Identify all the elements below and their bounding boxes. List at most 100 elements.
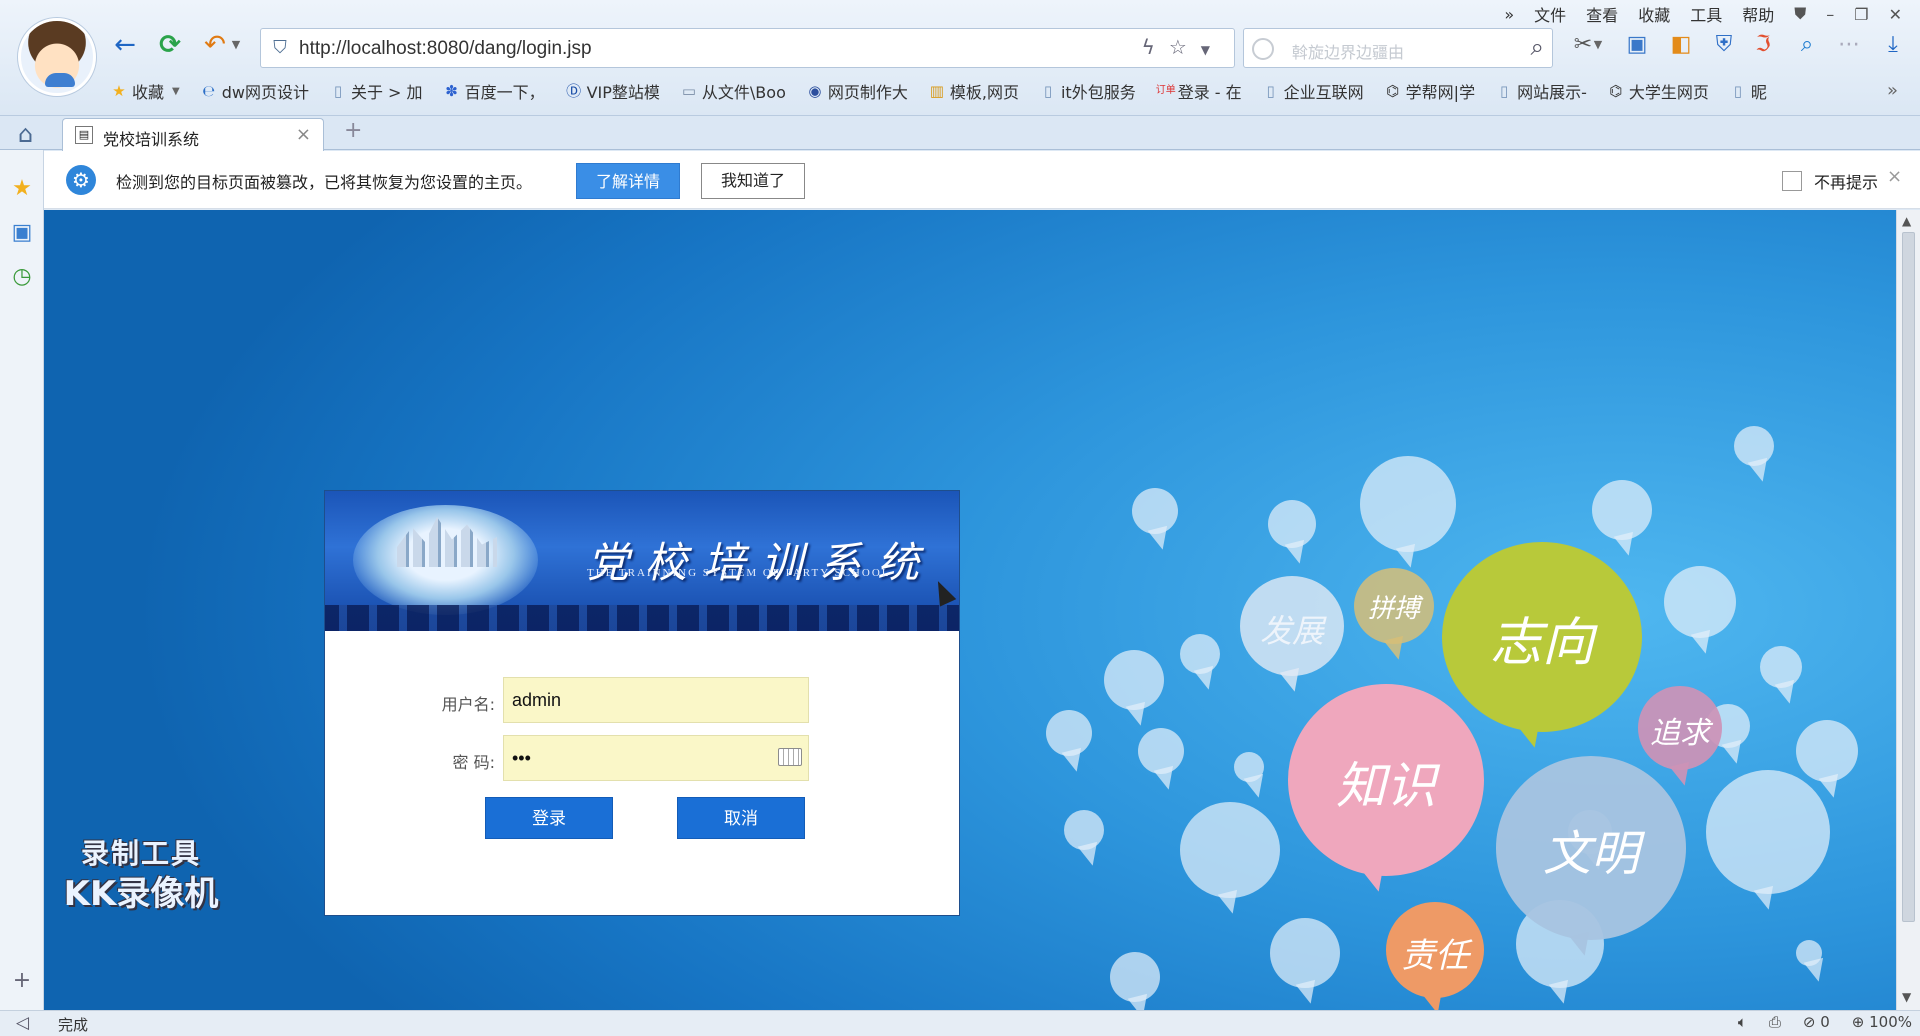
scroll-thumb[interactable] xyxy=(1902,232,1915,922)
screenshot-icon[interactable]: ⎙ xyxy=(1769,1013,1781,1031)
download-icon[interactable]: ⤓ xyxy=(1876,28,1910,62)
address-bar[interactable]: ⛉ http://localhost:8080/dang/login.jsp ϟ… xyxy=(260,28,1235,68)
notification-close-icon[interactable]: × xyxy=(1887,166,1902,187)
refresh-icon[interactable]: ⟳ xyxy=(153,28,187,62)
bookmark-label: 从文件\Boo xyxy=(701,83,786,102)
menu-file[interactable]: 文件 xyxy=(1534,2,1566,26)
bookmark-item[interactable]: ▯ 网站展示- xyxy=(1495,79,1587,103)
more-dots-icon[interactable]: ⋯ xyxy=(1832,28,1866,62)
menu-view[interactable]: 查看 xyxy=(1586,2,1618,26)
got-it-button[interactable]: 我知道了 xyxy=(701,163,805,199)
bookmark-label: 收藏 xyxy=(132,83,165,102)
bookmark-item[interactable]: ⌬ 大学生网页 xyxy=(1607,79,1709,103)
security-shield-icon[interactable]: ⛨ xyxy=(1707,28,1741,62)
bookmark-item[interactable]: ℮ dw网页设计 xyxy=(200,79,309,103)
sidebar-toggle-icon[interactable]: ◁ xyxy=(16,1013,29,1033)
login-button[interactable]: 登录 xyxy=(485,797,613,839)
bookmark-item[interactable]: ▥ 模板,网页 xyxy=(928,79,1019,103)
tab-title: 党校培训系统 xyxy=(103,130,200,149)
search-tool-icon[interactable]: ⌕ xyxy=(1790,28,1824,62)
dropdown-icon[interactable]: ▼ xyxy=(1201,43,1224,57)
scroll-up-icon[interactable]: ▲ xyxy=(1902,214,1911,228)
decor-bubble xyxy=(1138,728,1184,774)
bookmark-item[interactable]: ★ 收藏 ▼ xyxy=(110,79,180,103)
decor-bubble xyxy=(1046,710,1092,756)
bookmark-item[interactable]: ◉ 网页制作大 xyxy=(806,79,908,103)
bookmark-item[interactable]: ▭ 从文件\Boo xyxy=(680,79,786,103)
favorites-star-icon[interactable]: ★ xyxy=(9,176,35,202)
new-tab-button[interactable]: + xyxy=(344,118,362,143)
menu-overflow[interactable]: » xyxy=(1504,5,1514,24)
login-icon: 订单 xyxy=(1155,85,1176,96)
skin-icon[interactable]: ⛊ xyxy=(1794,4,1806,24)
blocked-count[interactable]: ⊘ 0 xyxy=(1803,1013,1830,1031)
search-engine-icon xyxy=(1252,38,1274,60)
bookmarks-more[interactable]: » xyxy=(1887,80,1898,101)
menu-help[interactable]: 帮助 xyxy=(1742,2,1774,26)
keyboard-icon[interactable] xyxy=(778,748,802,766)
user-avatar[interactable] xyxy=(18,18,96,96)
bubble-ambition: 志向 xyxy=(1442,542,1642,732)
page-content: 发展 拼搏 志向 追求 知识 文明 责任 党校培训系统 THE TRAINNIN… xyxy=(44,210,1896,1010)
scroll-down-icon[interactable]: ▼ xyxy=(1902,990,1911,1004)
bubble-responsibility: 责任 xyxy=(1386,902,1484,998)
undo-dropdown-icon[interactable]: ▼ xyxy=(228,28,244,62)
dropdown-icon[interactable]: ▼ xyxy=(172,86,180,97)
vertical-scrollbar[interactable]: ▲ ▼ xyxy=(1896,210,1920,1010)
login-panel: 党校培训系统 THE TRAINNING SYSTEM OF PARTY SCH… xyxy=(324,490,960,916)
star-outline-icon[interactable]: ☆ xyxy=(1169,35,1201,59)
url-text[interactable]: http://localhost:8080/dang/login.jsp xyxy=(299,38,592,60)
baidu-icon: ✽ xyxy=(445,82,458,100)
username-input[interactable]: admin xyxy=(503,677,809,723)
no-remind-checkbox[interactable] xyxy=(1782,171,1802,191)
history-clock-icon[interactable]: ◷ xyxy=(9,264,35,290)
bookmark-label: 大学生网页 xyxy=(1628,83,1709,102)
window-icon[interactable]: ◧ xyxy=(1664,28,1698,62)
lightning-icon[interactable]: ϟ xyxy=(1142,35,1169,59)
bookmark-item[interactable]: ▯ it外包服务 xyxy=(1039,79,1136,103)
search-icon[interactable]: ⌕ xyxy=(1531,33,1544,61)
screen-icon[interactable]: ▣ xyxy=(1620,28,1654,62)
password-input[interactable]: ••• xyxy=(503,735,809,781)
bookmark-item[interactable]: ▯ 关于 > 加 xyxy=(329,79,423,103)
decor-bubble xyxy=(1706,770,1830,894)
bookmark-item[interactable]: ▯ 昵 xyxy=(1729,79,1767,103)
cancel-button[interactable]: 取消 xyxy=(677,797,805,839)
menu-tools[interactable]: 工具 xyxy=(1690,2,1722,26)
back-arrow-icon[interactable]: ← xyxy=(108,28,142,62)
hat-icon: ⌬ xyxy=(1609,82,1623,100)
settings-gear-icon: ⚙ xyxy=(66,165,96,195)
bookmark-item[interactable]: ⌬ 学帮网|学 xyxy=(1384,79,1475,103)
search-placeholder: 斡旋边界边疆由 xyxy=(1292,43,1405,62)
bookmark-label: VIP整站模 xyxy=(586,83,660,102)
zoom-control[interactable]: ⊕ 100% xyxy=(1852,1013,1912,1031)
bookmark-item[interactable]: Ⓓ VIP整站模 xyxy=(565,79,660,103)
tool-dropdown-icon[interactable]: ▼ xyxy=(1590,28,1606,62)
bookmark-item[interactable]: 订单 登录 - 在 xyxy=(1156,79,1242,103)
tab-login[interactable]: ▤ 党校培训系统 × xyxy=(62,118,324,151)
undo-icon[interactable]: ↶ xyxy=(198,28,232,62)
home-icon[interactable]: ⌂ xyxy=(18,120,33,148)
decor-bubble xyxy=(1796,720,1858,782)
bubble-word: 拼搏 xyxy=(1367,594,1420,624)
tab-close-icon[interactable]: × xyxy=(296,124,311,145)
bookmark-item[interactable]: ✽ 百度一下， xyxy=(443,79,545,103)
search-bar[interactable]: 斡旋边界边疆由 ⌕ xyxy=(1243,28,1553,68)
password-value: ••• xyxy=(512,748,531,768)
reading-icon[interactable]: ▣ xyxy=(9,220,35,246)
bookmark-label: 百度一下， xyxy=(464,83,545,102)
page-icon: ▯ xyxy=(1043,82,1053,100)
translate-icon[interactable]: ℑ xyxy=(1746,28,1780,62)
menu-favorites[interactable]: 收藏 xyxy=(1638,2,1670,26)
close-window-icon[interactable]: ✕ xyxy=(1889,5,1902,24)
menu-bar: » 文件 查看 收藏 工具 帮助 ⛊ – ❐ ✕ xyxy=(1504,0,1902,28)
bookmark-item[interactable]: ▯ 企业互联网 xyxy=(1262,79,1364,103)
decor-bubble xyxy=(1104,650,1164,710)
restore-icon[interactable]: ❐ xyxy=(1854,5,1868,24)
speaker-icon[interactable]: 🔈︎ xyxy=(1738,1013,1747,1031)
add-panel-icon[interactable]: + xyxy=(9,968,35,994)
page-icon: ▯ xyxy=(333,82,343,100)
learn-more-button[interactable]: 了解详情 xyxy=(576,163,680,199)
star-icon: ★ xyxy=(112,82,126,100)
minimize-icon[interactable]: – xyxy=(1826,5,1834,24)
